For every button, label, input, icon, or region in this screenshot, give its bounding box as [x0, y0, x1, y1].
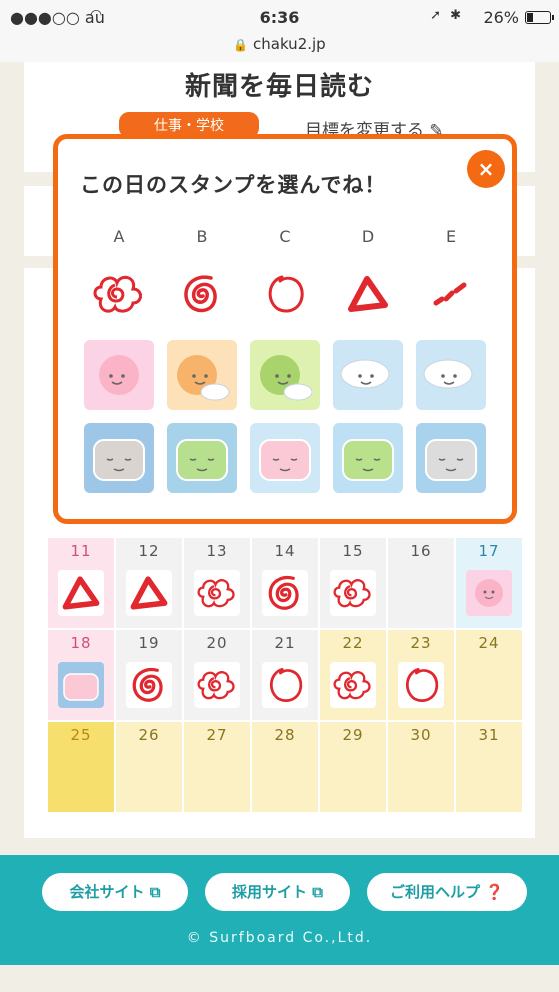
- day-number: 15: [342, 542, 364, 560]
- recruit-site-label: 採用サイト: [232, 883, 308, 901]
- day-number: 19: [138, 634, 160, 652]
- sweat-pillow-icon[interactable]: [333, 423, 403, 493]
- calendar-day[interactable]: 19: [116, 630, 182, 720]
- bluetooth-icon: ✱: [450, 8, 461, 23]
- lock-icon: 🔒: [233, 38, 249, 52]
- external-link-icon: ⧉: [312, 883, 323, 901]
- pink-pillow-icon: [58, 662, 104, 708]
- swirl-stamp-icon: [330, 662, 376, 708]
- recruit-site-button[interactable]: 採用サイト ⧉: [205, 873, 350, 911]
- pink-pillow-icon[interactable]: [250, 423, 320, 493]
- calendar-day[interactable]: 26: [116, 722, 182, 812]
- day-number: 30: [410, 726, 432, 744]
- day-number: 17: [478, 542, 500, 560]
- day-number: 25: [70, 726, 92, 744]
- day-number: 20: [206, 634, 228, 652]
- close-icon: ×: [477, 157, 495, 181]
- calendar-day[interactable]: 23: [388, 630, 454, 720]
- day-number: 23: [410, 634, 432, 652]
- location-arrow-icon: ➚: [430, 8, 441, 23]
- battery-icon: [525, 11, 554, 24]
- day-number: 11: [70, 542, 92, 560]
- clock: 6:36: [259, 8, 300, 27]
- calendar-day[interactable]: 22: [320, 630, 386, 720]
- status-bar: ●●●○○ au ◠ 6:36 ➚ ✱ 26%: [0, 0, 559, 34]
- swirl-stamp-icon: [330, 570, 376, 616]
- sun-cloud-face-icon[interactable]: [167, 340, 237, 410]
- green-sun-cloud-face-icon[interactable]: [250, 340, 320, 410]
- calendar-day[interactable]: 14: [252, 538, 318, 628]
- flower-swirl-stamp-icon[interactable]: [89, 269, 149, 319]
- circle-stamp-icon: [398, 662, 444, 708]
- day-number: 21: [274, 634, 296, 652]
- calendar-day[interactable]: 21: [252, 630, 318, 720]
- modal-title: この日のスタンプを選んでね！: [80, 173, 387, 197]
- day-number: 14: [274, 542, 296, 560]
- column-label: C: [279, 227, 291, 246]
- day-number: 26: [138, 726, 160, 744]
- copyright: © Surfboard Co.,Ltd.: [186, 930, 373, 946]
- sunny-face-icon: [466, 570, 512, 616]
- calendar-day[interactable]: 17: [456, 538, 522, 628]
- column-label: E: [445, 227, 457, 246]
- battery-percent: 26%: [483, 8, 519, 27]
- green-pillow-icon[interactable]: [167, 423, 237, 493]
- double-stamp-icon: [126, 662, 172, 708]
- column-label: B: [196, 227, 208, 246]
- calendar-day[interactable]: 24: [456, 630, 522, 720]
- close-button[interactable]: ×: [467, 150, 505, 188]
- day-number: 13: [206, 542, 228, 560]
- swirl-stamp-icon: [194, 570, 240, 616]
- day-number: 16: [410, 542, 432, 560]
- calendar-day[interactable]: 25: [48, 722, 114, 812]
- help-button[interactable]: ご利用ヘルプ ❓: [367, 873, 527, 911]
- address-bar[interactable]: 🔒 chaku2.jp: [0, 34, 559, 62]
- help-icon: ❓: [485, 883, 504, 901]
- circle-stamp-icon[interactable]: [255, 269, 315, 319]
- sleeping-pillow-icon[interactable]: [84, 423, 154, 493]
- day-number: 18: [70, 634, 92, 652]
- footer: 会社サイト ⧉ 採用サイト ⧉ ご利用ヘルプ ❓ © Surfboard Co.…: [0, 855, 559, 965]
- stamp-picker-modal: この日のスタンプを選んでね！ × A B C D E: [53, 134, 517, 524]
- calendar-day[interactable]: 20: [184, 630, 250, 720]
- url-text: chaku2.jp: [253, 35, 326, 53]
- calendar-day[interactable]: 13: [184, 538, 250, 628]
- day-number: 12: [138, 542, 160, 560]
- goal-title: 新聞を毎日読む: [184, 72, 374, 102]
- calendar-day[interactable]: 16: [388, 538, 454, 628]
- calendar-day[interactable]: 31: [456, 722, 522, 812]
- external-link-icon: ⧉: [149, 883, 161, 901]
- column-label: A: [113, 227, 125, 246]
- dots-stamp-icon[interactable]: [421, 269, 481, 319]
- calendar-day[interactable]: 15: [320, 538, 386, 628]
- double-circle-stamp-icon[interactable]: [172, 269, 232, 319]
- sunny-face-icon[interactable]: [84, 340, 154, 410]
- sad-cloud-face-icon[interactable]: [416, 340, 486, 410]
- triangle-stamp-icon[interactable]: [338, 269, 398, 319]
- calendar-day[interactable]: 27: [184, 722, 250, 812]
- day-number: 29: [342, 726, 364, 744]
- day-number: 28: [274, 726, 296, 744]
- day-number: 24: [478, 634, 500, 652]
- circle-stamp-icon: [262, 662, 308, 708]
- day-number: 31: [478, 726, 500, 744]
- triangle-stamp-icon: [58, 570, 104, 616]
- triangle-stamp-icon: [126, 570, 172, 616]
- double-stamp-icon: [262, 570, 308, 616]
- calendar-day[interactable]: 28: [252, 722, 318, 812]
- day-number: 22: [342, 634, 364, 652]
- help-label: ご利用ヘルプ: [390, 883, 481, 901]
- worried-pillow-icon[interactable]: [416, 423, 486, 493]
- calendar-day[interactable]: 11: [48, 538, 114, 628]
- calendar-day[interactable]: 18: [48, 630, 114, 720]
- cloud-face-icon[interactable]: [333, 340, 403, 410]
- calendar-day[interactable]: 30: [388, 722, 454, 812]
- calendar-day[interactable]: 12: [116, 538, 182, 628]
- swirl-stamp-icon: [194, 662, 240, 708]
- company-site-button[interactable]: 会社サイト ⧉: [42, 873, 188, 911]
- column-label: D: [361, 227, 375, 246]
- day-number: 27: [206, 726, 228, 744]
- calendar-day[interactable]: 29: [320, 722, 386, 812]
- company-site-label: 会社サイト: [69, 883, 145, 901]
